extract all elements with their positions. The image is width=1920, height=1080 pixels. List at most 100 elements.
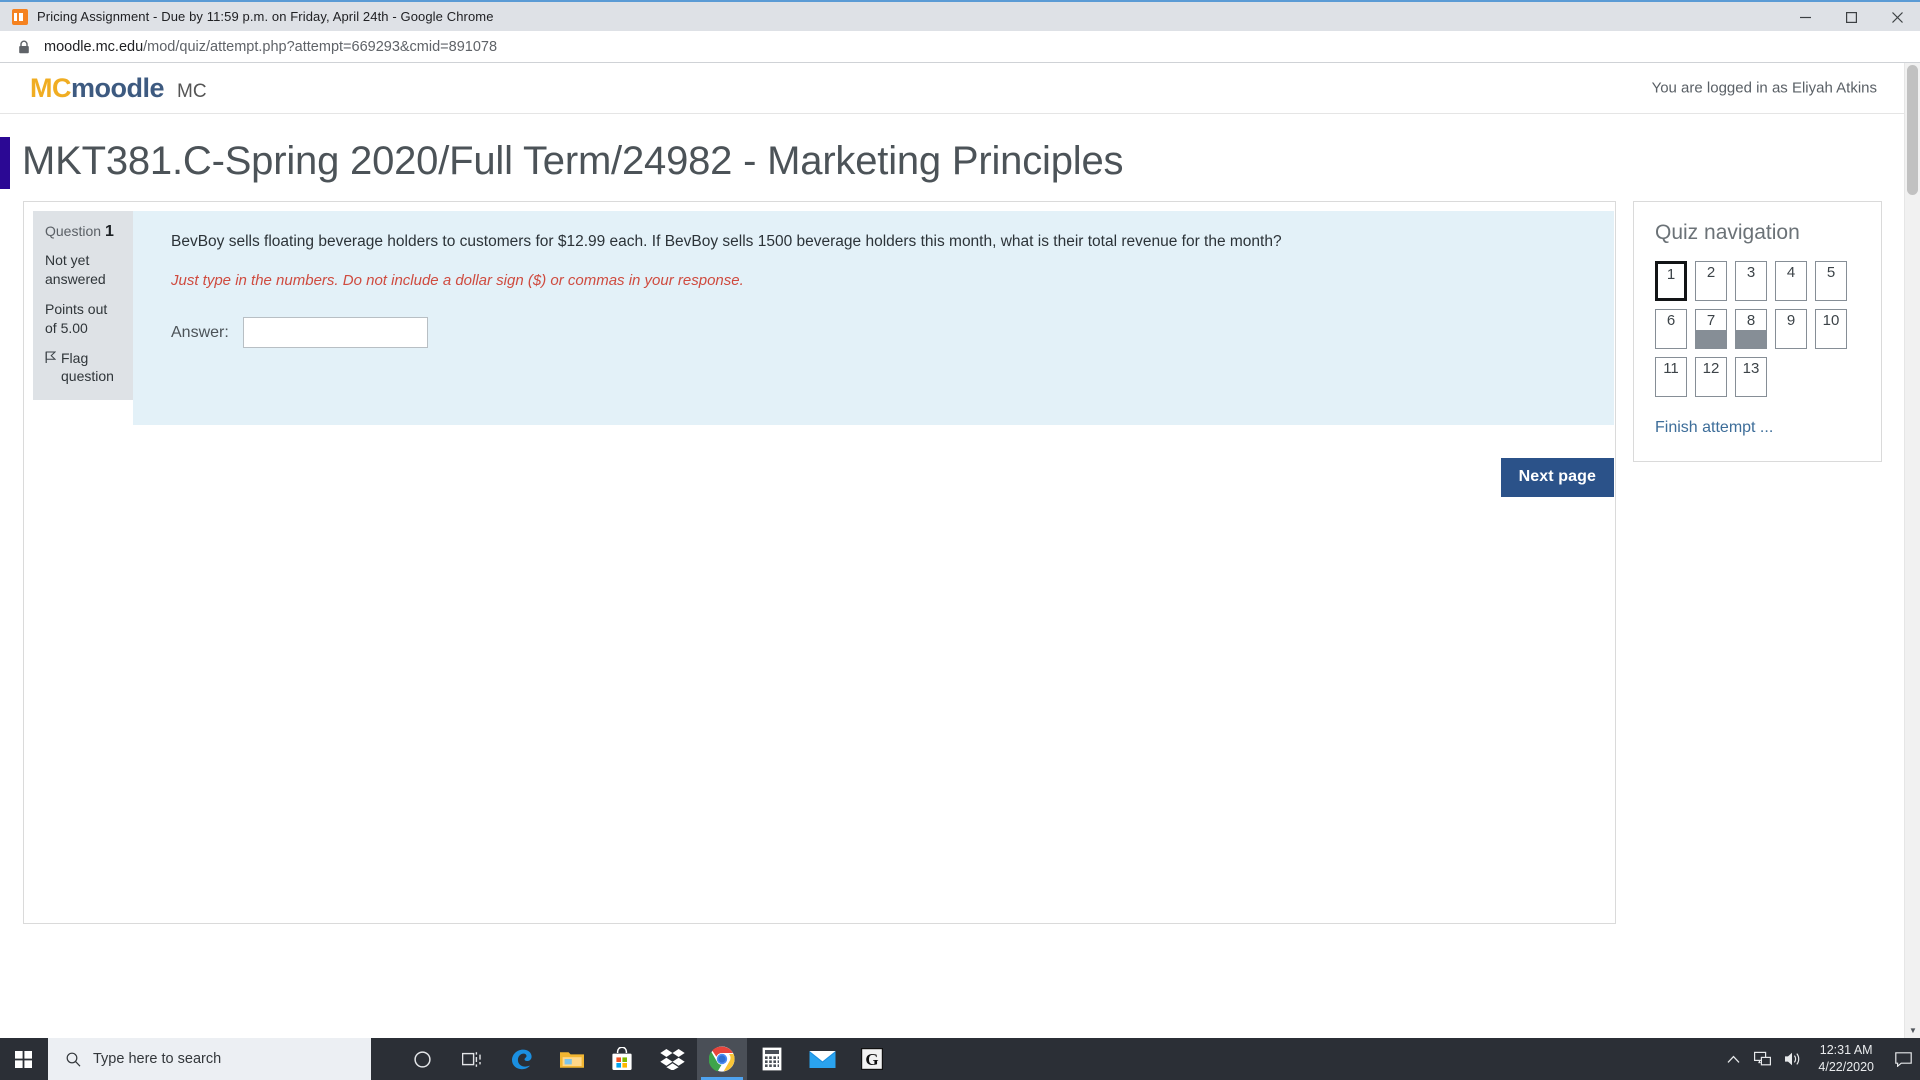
quiz-navigation-title: Quiz navigation — [1655, 221, 1800, 244]
content-row: Question 1 Not yet answered Points out o… — [0, 201, 1904, 924]
answer-input[interactable] — [242, 317, 428, 349]
moodle-favicon — [12, 8, 28, 25]
quiz-nav-button-2[interactable]: 2 — [1695, 261, 1727, 301]
volume-icon[interactable] — [1778, 1038, 1808, 1080]
scroll-down-icon[interactable]: ▼ — [1905, 1022, 1920, 1038]
system-tray: 12:31 AM 4/22/2020 — [1718, 1038, 1920, 1080]
browser-window: Pricing Assignment - Due by 11:59 p.m. o… — [0, 0, 1920, 1038]
quiz-nav-button-3[interactable]: 3 — [1735, 261, 1767, 301]
question-points: Points out of 5.00 — [45, 301, 108, 336]
quiz-nav-button-7[interactable]: 7 — [1695, 309, 1727, 349]
action-center-icon[interactable] — [1886, 1038, 1920, 1080]
logo-moodle-text: moodle — [71, 72, 165, 103]
logged-in-text: You are logged in as Eliyah Atkins — [1651, 79, 1877, 97]
quiz-nav-button-label: 12 — [1702, 360, 1720, 377]
finish-attempt-link[interactable]: Finish attempt ... — [1655, 419, 1773, 437]
quiz-nav-button-12[interactable]: 12 — [1695, 357, 1727, 397]
logo-mc-text: MC — [30, 72, 72, 103]
dropbox-icon[interactable] — [647, 1038, 697, 1080]
chevron-up-icon[interactable] — [1718, 1038, 1748, 1080]
page-scrollbar[interactable]: ▲ ▼ — [1904, 63, 1920, 1038]
quiz-form-region: Question 1 Not yet answered Points out o… — [23, 201, 1616, 924]
quiz-nav-button-8[interactable]: 8 — [1735, 309, 1767, 349]
quiz-nav-button-label: 6 — [1666, 312, 1676, 329]
quiz-nav-button-label: 9 — [1786, 312, 1796, 329]
taskbar-items: G — [397, 1038, 897, 1080]
quiz-navigation-block: Quiz navigation 1 2 3 4 5 6 7 8 9 10 11 12 13 Finish… — [1633, 201, 1882, 462]
brand[interactable]: MCmoodle MC — [30, 73, 207, 104]
cortana-icon[interactable] — [397, 1038, 447, 1080]
quiz-nav-button-label: 7 — [1706, 312, 1716, 329]
quiz-nav-button-label: 8 — [1746, 312, 1756, 329]
answer-label: Answer: — [171, 323, 229, 341]
windows-taskbar: Type here to search G 12:31 AM 4/22/2020 — [0, 1038, 1920, 1080]
scrollbar-thumb[interactable] — [1907, 65, 1918, 195]
question-info-panel: Question 1 Not yet answered Points out o… — [33, 211, 133, 400]
file-explorer-icon[interactable] — [547, 1038, 597, 1080]
moodle-header: MCmoodle MC You are logged in as Eliyah … — [0, 63, 1904, 114]
browser-tab-title[interactable]: Pricing Assignment - Due by 11:59 p.m. o… — [37, 9, 494, 24]
moodle-logo[interactable]: MCmoodle — [30, 72, 165, 104]
clock-date: 4/22/2020 — [1818, 1060, 1874, 1074]
quiz-nav-button-4[interactable]: 4 — [1775, 261, 1807, 301]
windows-start-icon[interactable] — [0, 1038, 46, 1080]
url-host: moodle.mc.edu — [44, 38, 144, 55]
question-number-line: Question 1 — [45, 221, 121, 242]
task-view-icon[interactable] — [447, 1038, 497, 1080]
search-icon — [66, 1052, 81, 1067]
next-page-button[interactable]: Next page — [1500, 458, 1614, 497]
question-body: BevBoy sells floating beverage holders t… — [133, 211, 1614, 425]
microsoft-store-icon[interactable] — [597, 1038, 647, 1080]
quiz-nav-button-5[interactable]: 5 — [1815, 261, 1847, 301]
url-text[interactable]: moodle.mc.edu/mod/quiz/attempt.php?attem… — [44, 39, 497, 55]
flag-question-button[interactable]: Flag question — [45, 349, 121, 386]
network-icon[interactable] — [1748, 1038, 1778, 1080]
quiz-nav-button-10[interactable]: 10 — [1815, 309, 1847, 349]
quiz-nav-button-13[interactable]: 13 — [1735, 357, 1767, 397]
question-block: Question 1 Not yet answered Points out o… — [25, 203, 1614, 425]
svg-text:G: G — [865, 1050, 878, 1069]
calculator-icon[interactable] — [747, 1038, 797, 1080]
url-path: /mod/quiz/attempt.php?attempt=669293&cmi… — [143, 38, 498, 55]
close-icon[interactable] — [1874, 2, 1920, 33]
search-placeholder: Type here to search — [93, 1051, 222, 1067]
window-controls — [1782, 2, 1920, 33]
taskbar-clock[interactable]: 12:31 AM 4/22/2020 — [1808, 1042, 1886, 1076]
quiz-nav-button-6[interactable]: 6 — [1655, 309, 1687, 349]
quiz-nav-button-label: 2 — [1706, 264, 1716, 281]
lock-icon[interactable] — [18, 40, 30, 54]
quiz-nav-button-label: 4 — [1786, 264, 1796, 281]
quiz-nav-button-label: 5 — [1826, 264, 1836, 281]
search-input[interactable]: Type here to search — [48, 1038, 371, 1080]
browser-viewport: MCmoodle MC You are logged in as Eliyah … — [0, 63, 1920, 1038]
quiz-nav-button-row: Next page — [25, 425, 1614, 497]
quiz-navigation-grid: 1 2 3 4 5 6 7 8 9 10 11 12 13 — [1655, 261, 1863, 397]
quiz-nav-button-label: 10 — [1822, 312, 1840, 329]
flag-icon — [45, 351, 56, 363]
quiz-nav-button-label: 1 — [1666, 266, 1676, 283]
edge-icon[interactable] — [497, 1038, 547, 1080]
quiz-nav-button-11[interactable]: 11 — [1655, 357, 1687, 397]
moodle-page: MCmoodle MC You are logged in as Eliyah … — [0, 63, 1904, 1038]
grammarly-icon[interactable]: G — [847, 1038, 897, 1080]
answer-row: Answer: — [171, 317, 1590, 349]
browser-title-bar: Pricing Assignment - Due by 11:59 p.m. o… — [0, 0, 1920, 31]
clock-time: 12:31 AM — [1819, 1043, 1873, 1058]
flag-question-label: Flag question — [61, 349, 114, 385]
nav-drawer-toggle[interactable] — [0, 137, 10, 189]
quiz-nav-button-label: 11 — [1663, 360, 1679, 377]
question-state: Not yet answered — [45, 252, 106, 287]
maximize-icon[interactable] — [1828, 2, 1874, 33]
question-text: BevBoy sells floating beverage holders t… — [171, 233, 1282, 250]
quiz-nav-button-1[interactable]: 1 — [1655, 261, 1687, 301]
browser-address-bar[interactable]: moodle.mc.edu/mod/quiz/attempt.php?attem… — [0, 31, 1920, 63]
page-title: MKT381.C-Spring 2020/Full Term/24982 - M… — [22, 139, 1124, 183]
minimize-icon[interactable] — [1782, 2, 1828, 33]
quiz-nav-button-9[interactable]: 9 — [1775, 309, 1807, 349]
mail-icon[interactable] — [797, 1038, 847, 1080]
chrome-icon[interactable] — [697, 1038, 747, 1080]
site-short-name: MC — [177, 80, 207, 102]
question-label: Question — [45, 223, 102, 239]
quiz-nav-button-label: 13 — [1742, 360, 1760, 377]
question-number: 1 — [104, 223, 114, 240]
